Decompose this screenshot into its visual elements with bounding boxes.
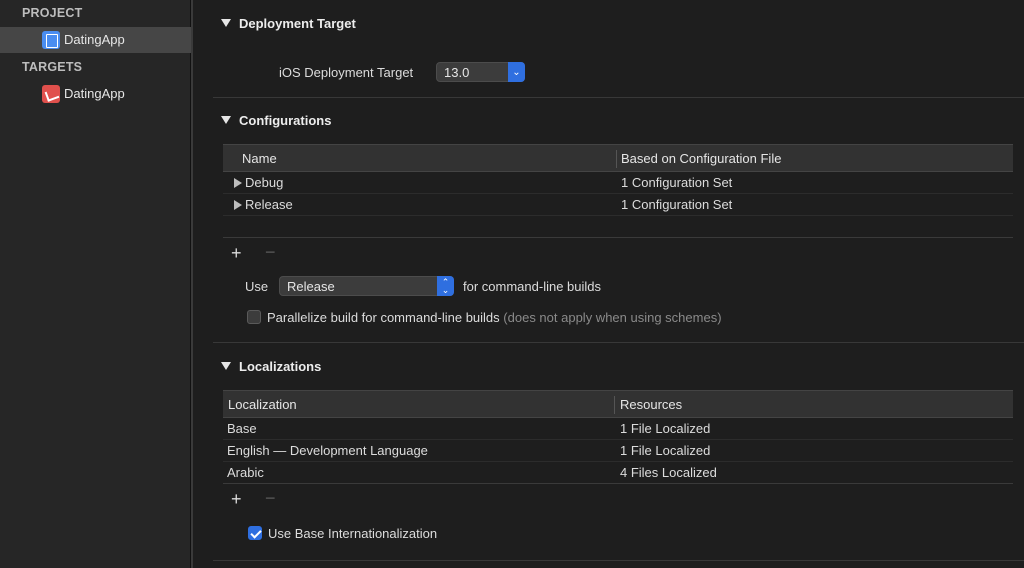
parallelize-note: (does not apply when using schemes): [503, 310, 722, 325]
table-header: Name Based on Configuration File: [223, 144, 1013, 172]
project-file-icon: [42, 31, 60, 49]
chevron-down-icon: ⌄: [508, 62, 525, 82]
command-line-builds-label: for command-line builds: [463, 279, 602, 294]
parallelize-label: Parallelize build for command-line build…: [267, 310, 722, 325]
localization-name: English — Development Language: [227, 443, 428, 458]
column-header-config-file[interactable]: Based on Configuration File: [621, 151, 781, 166]
localizations-table: Localization Resources Base 1 File Local…: [223, 390, 1013, 486]
parallelize-checkbox[interactable]: [247, 310, 261, 324]
targets-header: TARGETS: [22, 60, 83, 74]
column-separator[interactable]: [614, 396, 615, 414]
sidebar-item-target[interactable]: DatingApp: [0, 81, 191, 107]
localization-name: Base: [227, 421, 257, 436]
column-header-resources[interactable]: Resources: [620, 397, 682, 412]
project-settings-pane: Deployment Target iOS Deployment Target …: [193, 0, 1024, 568]
add-localization-button[interactable]: +: [231, 490, 242, 508]
column-header-name[interactable]: Name: [242, 151, 277, 166]
table-row[interactable]: Release 1 Configuration Set: [223, 194, 1013, 216]
config-name: Release: [245, 197, 293, 212]
up-down-chevron-icon: ⌃ ⌄: [437, 276, 454, 296]
section-divider: [213, 97, 1024, 98]
add-configuration-button[interactable]: +: [231, 244, 242, 262]
config-file: 1 Configuration Set: [621, 175, 733, 190]
popup-value: 13.0: [444, 64, 470, 80]
configurations-table: Name Based on Configuration File Debug 1…: [223, 144, 1013, 242]
disclosure-triangle-icon[interactable]: [221, 19, 231, 27]
base-internationalization-label: Use Base Internationalization: [268, 526, 438, 541]
disclosure-triangle-icon[interactable]: [234, 200, 242, 210]
table-row[interactable]: Debug 1 Configuration Set: [223, 172, 1013, 194]
configurations-title: Configurations: [239, 113, 332, 128]
column-separator[interactable]: [616, 150, 617, 168]
column-header-localization[interactable]: Localization: [228, 397, 297, 412]
sidebar-item-project[interactable]: DatingApp: [0, 27, 191, 53]
section-divider: [213, 342, 1024, 343]
localizations-title: Localizations: [239, 359, 322, 374]
sidebar-item-label: DatingApp: [64, 86, 125, 101]
localization-resources: 4 Files Localized: [620, 465, 717, 480]
table-row-empty: [223, 216, 1013, 238]
table-row[interactable]: Base 1 File Localized: [223, 418, 1013, 440]
deployment-target-title: Deployment Target: [239, 16, 356, 31]
disclosure-triangle-icon[interactable]: [221, 362, 231, 370]
table-row[interactable]: Arabic 4 Files Localized: [223, 462, 1013, 484]
app-target-icon: [42, 85, 60, 103]
sidebar: PROJECT DatingApp TARGETS DatingApp: [0, 0, 191, 568]
parallelize-text: Parallelize build for command-line build…: [267, 310, 500, 325]
section-divider: [213, 560, 1024, 561]
use-label: Use: [245, 279, 269, 294]
command-line-config-popup[interactable]: Release ⌃ ⌄: [279, 276, 454, 296]
sidebar-item-label: DatingApp: [64, 32, 125, 47]
disclosure-triangle-icon[interactable]: [234, 178, 242, 188]
config-file: 1 Configuration Set: [621, 197, 733, 212]
localization-resources: 1 File Localized: [620, 421, 711, 436]
table-row[interactable]: English — Development Language 1 File Lo…: [223, 440, 1013, 462]
remove-localization-button[interactable]: −: [265, 489, 276, 507]
remove-configuration-button[interactable]: −: [265, 243, 276, 261]
ios-deployment-target-popup[interactable]: 13.0 ⌄: [436, 62, 525, 82]
config-name: Debug: [245, 175, 284, 190]
localization-resources: 1 File Localized: [620, 443, 711, 458]
project-header: PROJECT: [22, 6, 83, 20]
popup-value: Release: [287, 278, 335, 294]
localization-name: Arabic: [227, 465, 264, 480]
ios-deployment-target-label: iOS Deployment Target: [279, 65, 414, 80]
disclosure-triangle-icon[interactable]: [221, 116, 231, 124]
table-header: Localization Resources: [223, 390, 1013, 418]
base-internationalization-checkbox[interactable]: [248, 526, 262, 540]
